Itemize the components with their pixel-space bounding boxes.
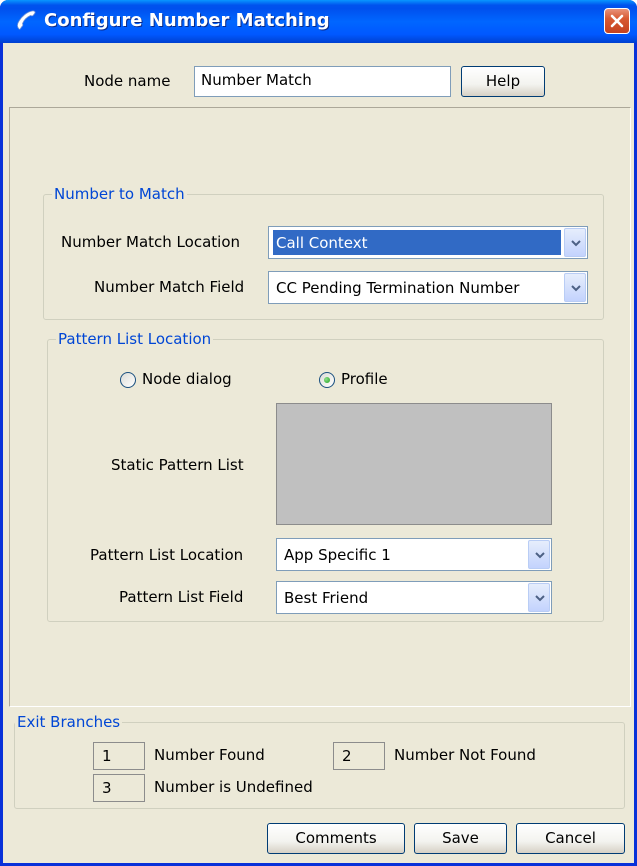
node-name-label: Node name <box>84 72 171 90</box>
number-match-field-value: CC Pending Termination Number <box>276 279 520 297</box>
exit-branches-group: Exit Branches 1 Number Found 2 Number No… <box>14 713 625 809</box>
number-match-location-value: Call Context <box>273 230 561 255</box>
exit-branch-code: 1 <box>93 742 145 770</box>
pattern-list-field-select[interactable]: Best Friend <box>276 581 552 614</box>
static-pattern-list-label: Static Pattern List <box>111 456 244 474</box>
node-name-input[interactable]: Number Match <box>194 66 451 97</box>
pattern-list-location-legend: Pattern List Location <box>56 330 214 348</box>
number-match-location-label: Number Match Location <box>61 233 241 251</box>
pattern-list-location-value: App Specific 1 <box>284 546 391 564</box>
exit-branch-label: Number Not Found <box>394 746 536 764</box>
dropdown-button[interactable] <box>528 583 550 612</box>
help-button[interactable]: Help <box>461 66 545 97</box>
radio-button[interactable] <box>120 372 136 388</box>
chevron-down-icon <box>535 594 545 601</box>
phone-handset-icon <box>14 9 38 33</box>
radio-selected-dot <box>324 377 330 383</box>
number-match-location-select[interactable]: Call Context <box>268 226 588 259</box>
close-icon <box>610 14 624 28</box>
radio-node-dialog-label: Node dialog <box>142 370 232 388</box>
pattern-list-field-label: Pattern List Field <box>119 588 244 606</box>
title-bar[interactable]: Configure Number Matching <box>0 0 637 43</box>
exit-branch-code: 3 <box>93 774 145 802</box>
pattern-list-location-select[interactable]: App Specific 1 <box>276 538 552 571</box>
number-match-field-select[interactable]: CC Pending Termination Number <box>268 271 588 304</box>
pattern-list-location-group: Pattern List Location Node dialog Profil… <box>47 330 604 622</box>
exit-branch-code: 2 <box>333 742 385 770</box>
dropdown-button[interactable] <box>528 540 550 569</box>
close-button[interactable] <box>604 8 630 34</box>
static-pattern-list-box <box>276 403 552 525</box>
radio-node-dialog[interactable]: Node dialog <box>120 370 260 390</box>
radio-button-selected[interactable] <box>319 372 335 388</box>
comments-button[interactable]: Comments <box>267 823 405 854</box>
exit-branch-label: Number Found <box>154 746 265 764</box>
chevron-down-icon <box>535 551 545 558</box>
dropdown-button[interactable] <box>564 228 586 257</box>
number-to-match-legend: Number to Match <box>52 185 187 203</box>
radio-profile-label: Profile <box>341 370 388 388</box>
exit-branch-label: Number is Undefined <box>154 778 313 796</box>
chevron-down-icon <box>571 239 581 246</box>
configure-number-matching-dialog: Configure Number Matching Node name Numb… <box>0 0 637 866</box>
main-panel: Number to Match Number Match Location Ca… <box>9 107 631 707</box>
window-title: Configure Number Matching <box>44 10 330 31</box>
radio-profile[interactable]: Profile <box>319 370 429 390</box>
number-match-field-label: Number Match Field <box>94 278 245 296</box>
chevron-down-icon <box>571 284 581 291</box>
exit-branches-legend: Exit Branches <box>15 713 123 731</box>
dropdown-button[interactable] <box>564 273 586 302</box>
pattern-list-field-value: Best Friend <box>284 589 369 607</box>
save-button[interactable]: Save <box>414 823 507 854</box>
cancel-button[interactable]: Cancel <box>516 823 625 854</box>
pattern-list-location-label: Pattern List Location <box>90 546 244 564</box>
number-to-match-group: Number to Match Number Match Location Ca… <box>43 185 604 320</box>
